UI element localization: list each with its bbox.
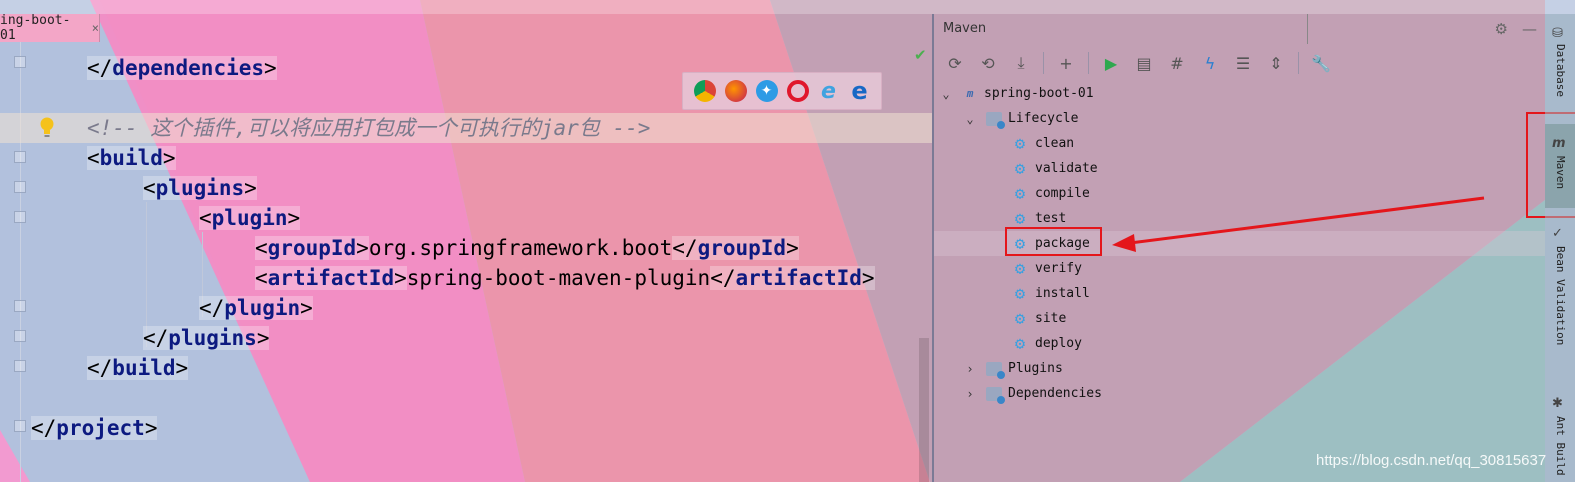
minimize-icon[interactable]: — [1522,20,1537,38]
code-line-build-close: </build> [87,356,189,380]
lightbulb-icon[interactable] [38,115,56,141]
tree-lifecycle[interactable]: ⌄ Lifecycle [962,106,1078,131]
bean-validation-icon: ✓ [1552,226,1563,241]
toolbar-separator [1088,52,1089,74]
gear-icon: ⚙ [1014,308,1026,329]
tree-plugins[interactable]: › Plugins [962,356,1063,381]
gear-icon: ⚙ [1014,183,1026,204]
fold-marker[interactable] [14,151,26,163]
code-line-plugin-close: </plugin> [199,296,313,320]
run-icon[interactable]: ▶ [1100,52,1122,74]
tool-window-ant-build[interactable]: Ant Build [1554,416,1567,476]
reload-icon[interactable]: ⟳ [944,52,966,74]
firefox-icon[interactable] [724,80,747,102]
code-line-plugin-open: <plugin> [199,206,301,230]
close-icon[interactable]: × [92,21,99,35]
opera-icon[interactable] [786,80,809,102]
show-dependencies-icon[interactable]: ☰ [1232,52,1254,74]
code-line-build-open: <build> [87,146,176,170]
maven-header: Maven ⚙ — [934,14,1545,44]
fold-marker[interactable] [14,420,26,432]
package-highlight-box [1005,227,1102,256]
gear-icon: ⚙ [1014,158,1026,179]
toolbar-separator [1298,52,1299,74]
editor-tab-label: ing-boot-01 [0,13,71,43]
tree-plugins-label: Plugins [1008,361,1063,376]
editor-tab[interactable]: ing-boot-01 × [0,13,100,43]
tree-dependencies-label: Dependencies [1008,386,1102,401]
chevron-down-icon[interactable]: ⌄ [938,87,954,101]
ant-icon: ✱ [1552,396,1563,411]
top-strip [0,0,1575,14]
edge-icon[interactable]: e [849,77,871,105]
maven-project-icon: m [966,87,974,100]
wrench-icon[interactable]: 🔧 [1310,52,1332,74]
lifecycle-phase[interactable]: ⚙ site [1011,306,1066,331]
generate-sources-icon[interactable]: ⟲ [977,52,999,74]
chevron-right-icon[interactable]: › [962,362,978,376]
chrome-icon[interactable] [693,80,716,102]
browser-preview-bar: ✦ e e [682,72,882,110]
lifecycle-phase[interactable]: ⚙ deploy [1011,331,1082,356]
code-line-project-close: </project> [31,416,158,440]
tree-project-label: spring-boot-01 [984,86,1094,101]
fold-marker[interactable] [14,181,26,193]
lifecycle-phase[interactable]: ⚙ compile [1011,181,1090,206]
tool-window-database[interactable]: Database [1554,44,1567,97]
download-icon[interactable]: ⤓ [1010,52,1032,74]
gear-icon[interactable]: ⚙ [1495,20,1508,38]
right-tool-strip: ⛁ Database m Maven ✓ Bean Validation ✱ A… [1545,14,1575,482]
safari-icon[interactable]: ✦ [755,80,778,102]
skip-tests-icon[interactable]: ϟ [1199,52,1221,74]
maven-title: Maven [943,14,1308,44]
code-line-artifactid: <artifactId>spring-boot-maven-plugin</ar… [255,266,875,290]
code-line-dependencies-close: </dependencies> [87,56,277,80]
database-icon: ⛁ [1552,26,1563,41]
lifecycle-phase[interactable]: ⚙ install [1011,281,1090,306]
code-line-groupid: <groupId>org.springframework.boot</group… [255,236,799,260]
gear-icon: ⚙ [1014,133,1026,154]
folder-icon [986,361,1005,379]
gear-icon: ⚙ [1014,283,1026,304]
code-line-comment: <!-- 这个插件,可以将应用打包成一个可执行的jar包 --> [87,116,651,140]
code-line-plugins-open: <plugins> [143,176,257,200]
toggle-offline-icon[interactable]: # [1166,52,1188,74]
gear-icon: ⚙ [1014,208,1026,229]
gear-icon: ⚙ [1014,258,1026,279]
gear-icon: ⚙ [1014,333,1026,354]
check-icon: ✔ [914,46,927,64]
lifecycle-phase[interactable]: ⚙ clean [1011,131,1074,156]
editor-scrollbar[interactable] [919,338,929,482]
fold-marker[interactable] [14,300,26,312]
folder-icon [986,111,1005,129]
tool-window-maven[interactable]: Maven [1554,156,1567,189]
folder-icon [986,386,1005,404]
collapse-all-icon[interactable]: ⇕ [1265,52,1287,74]
tree-lifecycle-label: Lifecycle [1008,111,1079,126]
maven-icon: m [1552,136,1566,151]
fold-marker[interactable] [14,330,26,342]
lifecycle-phase[interactable]: ⚙ verify [1011,256,1082,281]
fold-marker[interactable] [14,360,26,372]
toolbar-separator [1043,52,1044,74]
ie-icon[interactable]: e [818,79,840,104]
chevron-right-icon[interactable]: › [962,387,978,401]
tree-dependencies[interactable]: › Dependencies [962,381,1102,406]
gutter [20,42,21,482]
tool-window-bean-validation[interactable]: Bean Validation [1554,246,1567,345]
maven-toolbar: ⟳ ⟲ ⤓ + ▶ ▤ # ϟ ☰ ⇕ 🔧 [934,46,1545,80]
fold-marker[interactable] [14,211,26,223]
code-line-plugins-close: </plugins> [143,326,270,350]
fold-marker[interactable] [14,56,26,68]
tree-project[interactable]: ⌄ m spring-boot-01 [938,81,1094,106]
chevron-down-icon[interactable]: ⌄ [962,112,978,126]
lifecycle-phase[interactable]: ⚙ validate [1011,156,1098,181]
run-config-icon[interactable]: ▤ [1133,52,1155,74]
add-icon[interactable]: + [1055,52,1077,74]
watermark: https://blog.csdn.net/qq_30815637 [1316,452,1547,469]
